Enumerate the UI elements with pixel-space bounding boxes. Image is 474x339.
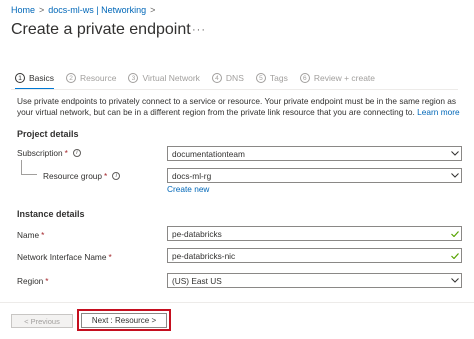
tab-basics[interactable]: 1 Basics bbox=[15, 70, 55, 90]
nic-name-value: pe-databricks-nic bbox=[172, 250, 236, 261]
step-number-icon: 2 bbox=[66, 73, 77, 83]
tab-review-create[interactable]: 6 Review + create bbox=[299, 70, 376, 86]
tab-label: Virtual Network bbox=[142, 73, 200, 83]
checkmark-icon bbox=[449, 252, 461, 259]
resource-group-value: docs-ml-rg bbox=[172, 170, 212, 181]
more-options-button[interactable]: ··· bbox=[192, 24, 206, 36]
required-marker: * bbox=[45, 276, 49, 286]
chevron-down-icon bbox=[449, 168, 461, 183]
required-marker: * bbox=[41, 230, 45, 240]
tab-dns[interactable]: 4 DNS bbox=[211, 70, 244, 86]
nic-name-label: Network Interface Name * bbox=[17, 252, 112, 262]
breadcrumb: Home > docs-ml-ws | Networking > bbox=[11, 5, 159, 15]
region-value: (US) East US bbox=[172, 275, 222, 286]
required-marker: * bbox=[108, 252, 112, 262]
subscription-value: documentationteam bbox=[172, 148, 245, 159]
tab-resource[interactable]: 2 Resource bbox=[66, 70, 116, 86]
tree-connector bbox=[21, 160, 37, 175]
checkmark-icon bbox=[449, 230, 461, 237]
chevron-down-icon bbox=[449, 146, 461, 161]
next-resource-button[interactable]: Next : Resource > bbox=[81, 313, 167, 328]
region-label-text: Region bbox=[17, 276, 44, 286]
nic-name-input[interactable]: pe-databricks-nic bbox=[167, 248, 462, 263]
required-marker: * bbox=[104, 171, 108, 181]
region-label: Region * bbox=[17, 276, 49, 286]
create-new-link[interactable]: Create new bbox=[167, 184, 209, 194]
tab-label: Tags bbox=[269, 73, 288, 83]
step-number-icon: 3 bbox=[128, 73, 139, 83]
tab-label: DNS bbox=[225, 73, 244, 83]
tab-label: Review + create bbox=[313, 73, 376, 83]
step-number-icon: 1 bbox=[15, 73, 25, 83]
name-label: Name * bbox=[17, 230, 44, 240]
description: Use private endpoints to privately conne… bbox=[17, 96, 461, 118]
description-text: Use private endpoints to privately conne… bbox=[17, 96, 457, 117]
info-icon[interactable]: i bbox=[72, 149, 81, 157]
subscription-label: Subscription * i bbox=[17, 148, 81, 158]
name-label-text: Name bbox=[17, 230, 40, 240]
subscription-select[interactable]: documentationteam bbox=[167, 146, 462, 161]
wizard-tabs: 1 Basics 2 Resource 3 Virtual Network 4 … bbox=[15, 70, 387, 90]
project-details-heading: Project details bbox=[17, 129, 79, 139]
previous-button[interactable]: < Previous bbox=[11, 314, 73, 328]
tab-label: Resource bbox=[80, 73, 117, 83]
info-icon[interactable]: i bbox=[112, 172, 121, 180]
required-marker: * bbox=[64, 148, 68, 158]
nic-name-label-text: Network Interface Name bbox=[17, 252, 107, 262]
resource-group-label: Resource group * i bbox=[43, 171, 121, 181]
resource-group-select[interactable]: docs-ml-rg bbox=[167, 168, 462, 183]
subscription-label-text: Subscription bbox=[17, 148, 63, 158]
chevron-down-icon bbox=[449, 273, 461, 288]
resource-group-label-text: Resource group bbox=[43, 171, 103, 181]
name-input[interactable]: pe-databricks bbox=[167, 226, 462, 241]
breadcrumb-separator: > bbox=[150, 5, 156, 15]
footer-divider bbox=[0, 302, 474, 303]
instance-details-heading: Instance details bbox=[17, 209, 85, 219]
region-select[interactable]: (US) East US bbox=[167, 273, 462, 288]
step-number-icon: 4 bbox=[211, 73, 222, 83]
step-number-icon: 5 bbox=[255, 73, 266, 83]
breadcrumb-separator: > bbox=[39, 5, 45, 15]
learn-more-link[interactable]: Learn more bbox=[417, 107, 459, 117]
page-title: Create a private endpoint bbox=[11, 21, 191, 38]
tab-tags[interactable]: 5 Tags bbox=[255, 70, 288, 86]
tab-divider bbox=[11, 89, 458, 90]
step-number-icon: 6 bbox=[299, 73, 310, 83]
tab-virtual-network[interactable]: 3 Virtual Network bbox=[128, 70, 200, 86]
breadcrumb-home[interactable]: Home bbox=[11, 5, 35, 15]
name-value: pe-databricks bbox=[172, 228, 222, 239]
breadcrumb-networking[interactable]: docs-ml-ws | Networking bbox=[48, 5, 146, 15]
tab-label: Basics bbox=[29, 73, 55, 83]
